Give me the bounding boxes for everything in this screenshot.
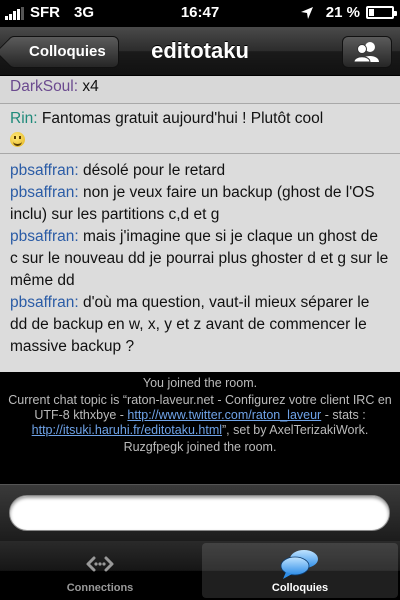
chat-bubbles-icon <box>280 550 318 579</box>
smiley-emoji-icon <box>10 132 25 147</box>
message: pbsaffran: mais j'imagine que si je claq… <box>10 226 390 292</box>
connections-icon <box>86 556 114 572</box>
page-title: editotaku <box>151 38 249 63</box>
message-nick: Rin: <box>10 110 38 127</box>
user-joined-notice: Ruzgfpegk joined the room. <box>123 440 277 454</box>
twitter-link[interactable]: http://www.twitter.com/raton_laveur <box>127 408 321 422</box>
tab-label: Connections <box>66 582 134 594</box>
message-group: DarkSoul: x4 <box>0 76 400 104</box>
users-icon <box>353 42 379 63</box>
location-arrow-icon <box>300 6 313 19</box>
message: Rin: Fantomas gratuit aujourd'hui ! Plut… <box>10 108 390 130</box>
message-nick: pbsaffran: <box>10 162 79 179</box>
joined-notice: You joined the room. <box>142 376 258 390</box>
battery-percent: 21 % <box>325 4 360 21</box>
tab-connections[interactable]: Connections <box>2 543 198 598</box>
message-text: Fantomas gratuit aujourd'hui ! Plutôt co… <box>37 110 324 127</box>
message: DarkSoul: x4 <box>10 76 390 98</box>
message-text: désolé pour le retard <box>78 162 226 179</box>
message-text: x4 <box>78 78 99 95</box>
room-members-button[interactable] <box>342 36 392 68</box>
system-events: You joined the room. Current chat topic … <box>0 372 400 484</box>
message-input[interactable] <box>9 495 390 531</box>
tab-label: Colloquies <box>271 582 329 594</box>
battery-fill <box>369 9 374 16</box>
navigation-bar: Colloquies editotaku <box>0 27 400 76</box>
message-nick: pbsaffran: <box>10 184 79 201</box>
battery-icon <box>366 6 397 19</box>
message: pbsaffran: non je veux faire un backup (… <box>10 182 390 226</box>
tab-colloquies[interactable]: Colloquies <box>202 543 398 598</box>
message-nick: pbsaffran: <box>10 228 79 245</box>
message-list[interactable]: DarkSoul: x4 Rin: Fantomas gratuit aujou… <box>0 76 400 372</box>
topic-notice: Current chat topic is “raton-laveur.net … <box>0 393 400 438</box>
compose-bar <box>0 484 400 541</box>
topic-text: - stats : <box>321 408 366 422</box>
topic-text: ”, set by AxelTerizakiWork. <box>222 423 369 437</box>
stats-link[interactable]: http://itsuki.haruhi.fr/editotaku.html <box>32 423 222 437</box>
message-group: Rin: Fantomas gratuit aujourd'hui ! Plut… <box>0 104 400 154</box>
message: pbsaffran: d'où ma question, vaut-il mie… <box>10 292 390 358</box>
message-nick: DarkSoul: <box>10 78 79 95</box>
message: pbsaffran: désolé pour le retard <box>10 160 390 182</box>
message-group: pbsaffran: désolé pour le retard pbsaffr… <box>0 154 400 361</box>
status-bar: SFR 3G 16:47 21 % <box>0 0 400 27</box>
message-nick: pbsaffran: <box>10 294 79 311</box>
status-right: 21 % <box>300 4 397 21</box>
tab-bar: Connections Colloquies <box>0 541 400 600</box>
